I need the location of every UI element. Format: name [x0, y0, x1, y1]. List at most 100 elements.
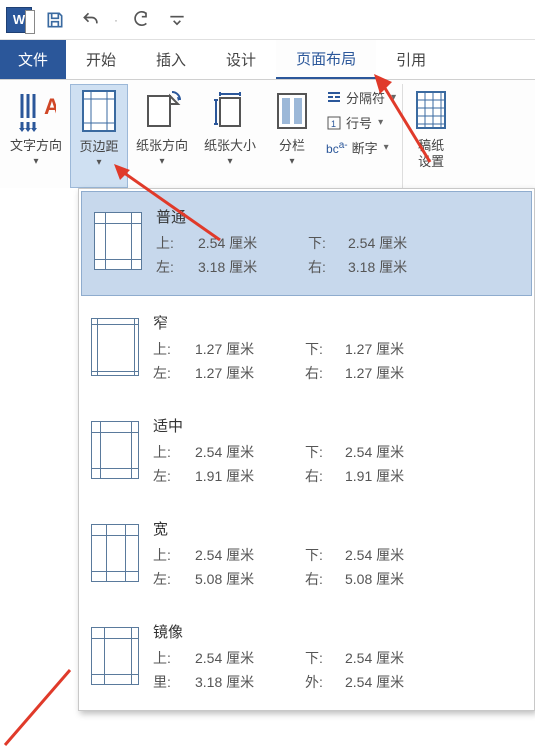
undo-button[interactable]: [78, 7, 104, 33]
margin-preset-moderate[interactable]: 适中 上: 2.54 厘米 下: 2.54 厘米 左: 1.91 厘米 右: 1…: [79, 401, 534, 504]
margin-right-label: 右:: [305, 363, 345, 383]
margin-top-label: 上:: [153, 545, 195, 565]
orientation-button[interactable]: 纸张方向 ▾: [128, 84, 196, 188]
paper-size-icon: [210, 86, 250, 134]
dropdown-caret-icon: ▾: [290, 156, 295, 167]
margin-top-value: 2.54 厘米: [195, 545, 305, 565]
margins-icon: [79, 87, 119, 135]
margin-bottom-label: 下:: [305, 339, 345, 359]
margin-preset-body: 窄 上: 1.27 厘米 下: 1.27 厘米 左: 1.27 厘米 右: 1.…: [153, 312, 522, 383]
paper-size-button[interactable]: 纸张大小 ▾: [196, 84, 264, 188]
tab-file[interactable]: 文件: [0, 40, 66, 79]
ribbon-page-layout: A 文字方向 ▾ 页边距 ▾ 纸张方向 ▾ 纸张大小 ▾ 分栏 ▾: [0, 80, 535, 188]
margin-left-label: 左:: [156, 257, 198, 277]
tab-insert[interactable]: 插入: [136, 40, 206, 79]
tab-home[interactable]: 开始: [66, 40, 136, 79]
qat-separator: ·: [114, 13, 118, 27]
annotation-arrow-icon: [0, 660, 90, 755]
margin-top-value: 2.54 厘米: [198, 233, 308, 253]
margins-dropdown: 普通 上: 2.54 厘米 下: 2.54 厘米 左: 3.18 厘米 右: 3…: [78, 188, 535, 711]
breaks-icon: [326, 90, 342, 106]
text-direction-label: 文字方向: [10, 138, 62, 154]
margin-preset-mirror[interactable]: 镜像 上: 2.54 厘米 下: 2.54 厘米 里: 3.18 厘米 外: 2…: [79, 607, 534, 710]
customize-qat-button[interactable]: [164, 7, 190, 33]
margin-bottom-label: 下:: [305, 648, 345, 668]
hyphenation-button[interactable]: bca- 断字▾: [326, 138, 396, 157]
tab-references[interactable]: 引用: [376, 40, 446, 79]
word-app-icon: W: [6, 7, 32, 33]
margins-label: 页边距: [80, 139, 119, 155]
dropdown-caret-icon: ▾: [97, 157, 102, 168]
redo-button[interactable]: [128, 7, 154, 33]
margin-left-label: 左:: [153, 363, 195, 383]
stationery-label: 稿纸设置: [418, 138, 444, 169]
svg-text:A: A: [44, 94, 56, 119]
breaks-label: 分隔符: [346, 88, 385, 107]
margin-right-label: 外:: [305, 672, 345, 692]
margin-right-value: 3.18 厘米: [348, 257, 448, 277]
margin-top-label: 上:: [156, 233, 198, 253]
margin-preset-icon: [94, 212, 142, 270]
hyphenation-icon: bca-: [326, 140, 348, 156]
margin-bottom-value: 2.54 厘米: [345, 442, 445, 462]
quick-access-toolbar: W ·: [0, 0, 535, 40]
line-numbers-label: 行号: [346, 113, 372, 132]
margin-top-value: 2.54 厘米: [195, 442, 305, 462]
margin-preset-normal[interactable]: 普通 上: 2.54 厘米 下: 2.54 厘米 左: 3.18 厘米 右: 3…: [81, 191, 532, 296]
margin-preset-icon: [91, 421, 139, 479]
text-direction-button[interactable]: A 文字方向 ▾: [2, 84, 70, 188]
margin-preset-title: 宽: [153, 518, 522, 539]
margin-top-label: 上:: [153, 648, 195, 668]
svg-text:1: 1: [331, 119, 336, 129]
margin-left-label: 左:: [153, 466, 195, 486]
breaks-button[interactable]: 分隔符▾: [326, 88, 396, 107]
line-numbers-icon: 1: [326, 115, 342, 131]
margin-left-value: 3.18 厘米: [198, 257, 308, 277]
stationery-icon: [411, 86, 451, 134]
margin-preset-title: 镜像: [153, 621, 522, 642]
margin-preset-narrow[interactable]: 窄 上: 1.27 厘米 下: 1.27 厘米 左: 1.27 厘米 右: 1.…: [79, 298, 534, 401]
tab-design[interactable]: 设计: [206, 40, 276, 79]
margin-preset-body: 宽 上: 2.54 厘米 下: 2.54 厘米 左: 5.08 厘米 右: 5.…: [153, 518, 522, 589]
margin-right-label: 右:: [305, 569, 345, 589]
margin-bottom-value: 1.27 厘米: [345, 339, 445, 359]
dropdown-caret-icon: ▾: [33, 156, 38, 167]
margin-right-value: 1.91 厘米: [345, 466, 445, 486]
dropdown-caret-icon: ▾: [228, 156, 233, 167]
margin-bottom-label: 下:: [305, 442, 345, 462]
margin-top-label: 上:: [153, 339, 195, 359]
columns-button[interactable]: 分栏 ▾: [264, 84, 320, 188]
save-button[interactable]: [42, 7, 68, 33]
margin-right-value: 2.54 厘米: [345, 672, 445, 692]
margin-right-label: 右:: [305, 466, 345, 486]
margin-preset-wide[interactable]: 宽 上: 2.54 厘米 下: 2.54 厘米 左: 5.08 厘米 右: 5.…: [79, 504, 534, 607]
margin-bottom-value: 2.54 厘米: [345, 648, 445, 668]
stationery-button[interactable]: 稿纸设置: [402, 84, 459, 188]
text-direction-icon: A: [16, 86, 56, 134]
page-setup-extras: 分隔符▾ 1 行号▾ bca- 断字▾: [320, 84, 402, 188]
margin-top-label: 上:: [153, 442, 195, 462]
margin-right-value: 1.27 厘米: [345, 363, 445, 383]
columns-icon: [272, 86, 312, 134]
margins-button[interactable]: 页边距 ▾: [70, 84, 128, 188]
margin-left-value: 1.27 厘米: [195, 363, 305, 383]
margin-preset-title: 窄: [153, 312, 522, 333]
margin-preset-icon: [91, 524, 139, 582]
orientation-icon: [142, 86, 182, 134]
dropdown-caret-icon: ▾: [160, 156, 165, 167]
margin-preset-icon: [91, 627, 139, 685]
columns-label: 分栏: [279, 138, 305, 154]
line-numbers-button[interactable]: 1 行号▾: [326, 113, 396, 132]
margin-bottom-value: 2.54 厘米: [348, 233, 448, 253]
orientation-label: 纸张方向: [136, 138, 188, 154]
tab-page-layout[interactable]: 页面布局: [276, 40, 376, 79]
margin-preset-body: 镜像 上: 2.54 厘米 下: 2.54 厘米 里: 3.18 厘米 外: 2…: [153, 621, 522, 692]
margin-preset-icon: [91, 318, 139, 376]
margin-right-value: 5.08 厘米: [345, 569, 445, 589]
margin-left-label: 里:: [153, 672, 195, 692]
paper-size-label: 纸张大小: [204, 138, 256, 154]
ribbon-tabs: 文件 开始 插入 设计 页面布局 引用: [0, 40, 535, 80]
margin-bottom-label: 下:: [308, 233, 348, 253]
margin-bottom-label: 下:: [305, 545, 345, 565]
margin-top-value: 2.54 厘米: [195, 648, 305, 668]
